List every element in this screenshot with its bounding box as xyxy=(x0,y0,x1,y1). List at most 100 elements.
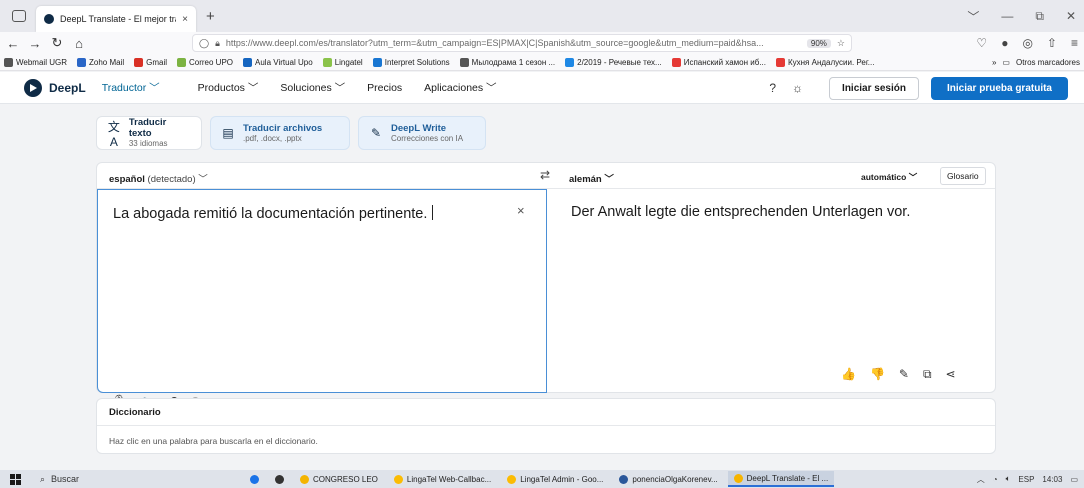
network-icon[interactable]: ◔ xyxy=(993,475,998,484)
nav-aplicaciones[interactable]: Aplicaciones ﹀ xyxy=(424,80,496,95)
restore-icon[interactable]: ⧉ xyxy=(1035,9,1044,24)
bookmark-item[interactable]: Zoho Mail xyxy=(76,57,124,67)
taskbar-app[interactable]: LingaTel Web-Callbac... xyxy=(388,471,497,487)
new-tab-button[interactable]: + xyxy=(206,8,215,25)
folder-icon: ▭ xyxy=(1002,58,1010,67)
bookmark-label[interactable]: Zoho Mail xyxy=(89,58,124,67)
source-language[interactable]: español xyxy=(109,174,145,185)
taskbar-app[interactable] xyxy=(269,471,290,487)
bookmark-label[interactable]: Испанский хамон иб... xyxy=(684,58,766,67)
detected-label[interactable]: (detectado) ﹀ xyxy=(148,174,208,185)
taskbar-app[interactable]: DeepL Translate - El ... xyxy=(727,471,835,487)
login-button[interactable]: Iniciar sesión xyxy=(829,76,919,100)
tab-overview-icon[interactable] xyxy=(12,10,26,22)
bookmark-label[interactable]: Кухня Андалусии. Рег... xyxy=(788,58,875,67)
bookmark-label[interactable]: Webmail UGR xyxy=(16,58,67,67)
back-icon[interactable]: ← xyxy=(4,36,22,51)
taskbar-app-label[interactable]: ponenciaOlgaKorenev... xyxy=(632,475,717,484)
bookmark-item[interactable]: Webmail UGR xyxy=(4,57,67,67)
bookmark-label[interactable]: Gmail xyxy=(146,58,167,67)
close-window-icon[interactable]: ✕ xyxy=(1066,9,1076,23)
bookmark-star-icon[interactable]: ☆ xyxy=(837,38,845,49)
tray-chevron-icon[interactable]: ︿ xyxy=(977,474,985,485)
volume-icon[interactable]: 🔈︎ xyxy=(1006,474,1011,484)
minimize-icon[interactable]: — xyxy=(1001,9,1013,23)
bookmarks-more-icon[interactable]: » xyxy=(992,58,996,67)
bookmark-label[interactable]: Lingatel xyxy=(335,58,363,67)
bookmark-item[interactable]: Lingatel xyxy=(322,57,363,67)
zoom-level[interactable]: 90% xyxy=(806,38,831,48)
taskbar-app[interactable]: CONGRESO LEO xyxy=(294,471,384,487)
pocket-icon[interactable]: ♡ xyxy=(976,36,987,50)
bookmark-item[interactable]: Aula Virtual Upo xyxy=(243,57,313,67)
clock[interactable]: 14:03 xyxy=(1042,475,1062,484)
brand-name[interactable]: DeepL xyxy=(49,81,86,95)
nav-precios[interactable]: Precios xyxy=(367,82,402,94)
target-text[interactable]: Der Anwalt legte die entsprechenden Unte… xyxy=(571,204,910,220)
share-icon[interactable]: ⋖ xyxy=(946,367,956,382)
target-toolbar: 👍 👎 ✎ ⧉ ⋖ xyxy=(841,367,956,382)
nav-traductor[interactable]: Traductor ﹀ xyxy=(102,80,160,95)
help-icon[interactable]: ? xyxy=(769,81,776,95)
notifications-icon[interactable]: ▭ xyxy=(1070,475,1078,484)
extensions-icon[interactable]: ⇧ xyxy=(1047,36,1057,50)
windows-start-icon[interactable] xyxy=(10,473,22,485)
taskbar-app-label[interactable]: CONGRESO LEO xyxy=(313,475,378,484)
target-language-select[interactable]: alemán ﹀ xyxy=(569,171,614,185)
reload-icon[interactable]: ↻ xyxy=(48,35,66,51)
bookmark-label[interactable]: Interpret Solutions xyxy=(385,58,450,67)
shield-icon[interactable]: ◯ xyxy=(199,38,209,49)
search-label[interactable]: Buscar xyxy=(51,474,79,484)
taskbar-app-label[interactable]: DeepL Translate - El ... xyxy=(747,474,829,483)
taskbar-app-label[interactable]: LingaTel Admin - Goo... xyxy=(520,475,603,484)
menu-icon[interactable]: ≡ xyxy=(1071,36,1078,50)
mode-deepl-write[interactable]: ✎ DeepL Write Correcciones con IA xyxy=(358,116,486,150)
browser-tab-deepl[interactable]: DeepL Translate - El mejor trad × xyxy=(36,6,196,32)
nav-soluciones[interactable]: Soluciones ﹀ xyxy=(280,80,345,95)
extension2-icon[interactable]: ◎ xyxy=(1022,36,1032,50)
address-bar[interactable]: ◯ 🔒︎ https://www.deepl.com/es/translator… xyxy=(192,34,852,52)
home-icon[interactable]: ⌂ xyxy=(70,36,88,51)
bookmark-item[interactable]: Мылодрама 1 сезон ... xyxy=(459,57,555,67)
taskbar-app[interactable]: LingaTel Admin - Goo... xyxy=(501,471,609,487)
bookmark-item[interactable]: Gmail xyxy=(134,57,167,67)
trial-button[interactable]: Iniciar prueba gratuita xyxy=(930,76,1068,100)
lock-icon[interactable]: 🔒︎ xyxy=(215,38,220,49)
taskbar-app[interactable] xyxy=(244,471,265,487)
tab-list-icon[interactable]: ﹀ xyxy=(967,8,979,25)
bookmark-item[interactable]: Испанский хамон иб... xyxy=(671,57,766,67)
bookmark-label[interactable]: Correo UPO xyxy=(189,58,233,67)
copy-icon[interactable]: ⧉ xyxy=(923,367,932,382)
input-language[interactable]: ESP xyxy=(1018,475,1034,484)
formality-select[interactable]: automático ﹀ xyxy=(861,171,917,183)
bookmark-label[interactable]: Aula Virtual Upo xyxy=(255,58,313,67)
deepl-logo-icon[interactable] xyxy=(24,78,42,97)
glossary-button[interactable]: Glosario xyxy=(940,167,986,185)
thumbs-down-icon[interactable]: 👎 xyxy=(870,367,885,382)
forward-icon[interactable]: → xyxy=(26,36,44,51)
extension-icon[interactable]: ● xyxy=(1001,36,1008,50)
bookmark-item[interactable]: Кухня Андалусии. Рег... xyxy=(775,57,875,67)
swap-languages-icon[interactable]: ⇄ xyxy=(540,168,550,182)
taskbar-app-label[interactable]: LingaTel Web-Callbac... xyxy=(407,475,491,484)
clear-text-icon[interactable]: × xyxy=(517,203,525,218)
bookmark-item[interactable]: Interpret Solutions xyxy=(372,57,450,67)
edit-icon[interactable]: ✎ xyxy=(899,367,909,382)
source-language-select[interactable]: español (detectado) ﹀ xyxy=(109,171,208,185)
taskbar-app[interactable]: ponenciaOlgaKorenev... xyxy=(613,471,723,487)
bookmark-item[interactable]: Correo UPO xyxy=(177,57,233,67)
tab-close-icon[interactable]: × xyxy=(182,14,188,25)
theme-icon[interactable]: ☼ xyxy=(792,81,803,95)
bookmark-label[interactable]: Мылодрама 1 сезон ... xyxy=(472,58,555,67)
source-textarea[interactable]: La abogada remitió la documentación pert… xyxy=(97,189,547,408)
taskbar-search[interactable]: ⌕ Buscar xyxy=(40,474,220,485)
mode-translate-text[interactable]: 文A Traducir texto 33 idiomas xyxy=(96,116,202,150)
bookmark-item[interactable]: 2/2019 - Речевые тех... xyxy=(565,57,662,67)
other-bookmarks[interactable]: Otros marcadores xyxy=(1016,58,1080,67)
bookmark-label[interactable]: 2/2019 - Речевые тех... xyxy=(577,58,662,67)
url-text[interactable]: https://www.deepl.com/es/translator?utm_… xyxy=(226,38,801,48)
thumbs-up-icon[interactable]: 👍 xyxy=(841,367,856,382)
nav-productos[interactable]: Productos ﹀ xyxy=(198,80,259,95)
source-text[interactable]: La abogada remitió la documentación pert… xyxy=(113,205,433,222)
mode-translate-files[interactable]: ▤ Traducir archivos .pdf, .docx, .pptx xyxy=(210,116,350,150)
